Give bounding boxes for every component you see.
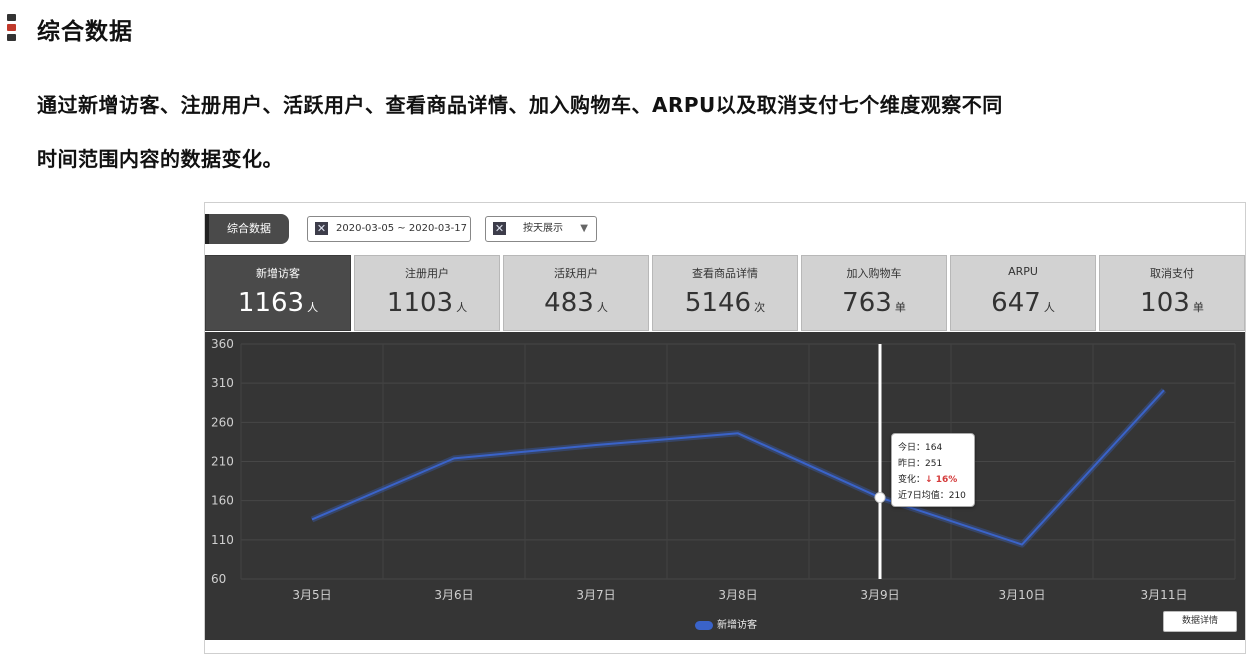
- x-tick-label: 3月6日: [434, 588, 473, 602]
- legend-label: 新增访客: [717, 620, 757, 631]
- y-tick-label: 210: [211, 455, 234, 469]
- section-marker-bar-3: [7, 34, 16, 41]
- date-range-value: 2020-03-05 ~ 2020-03-17: [336, 223, 467, 234]
- metric-value: 1163: [237, 288, 305, 318]
- line-chart: 60 110 160 210 260 310 360 3月5日 3月6日 3月7日 3月8日 3月9日…: [211, 337, 1236, 602]
- y-tick-label: 260: [211, 415, 234, 429]
- x-tick-label: 3月11日: [1141, 588, 1188, 602]
- granularity-value: 按天展示: [523, 223, 563, 234]
- metric-label: 注册用户: [405, 267, 449, 280]
- tab-dashboard[interactable]: 综合数据: [205, 214, 289, 244]
- metric-unit: 次: [754, 301, 766, 314]
- intro-text: 通过新增访客、注册用户、活跃用户、查看商品详情、加入购物车、ARPU以及取消支付…: [37, 78, 1147, 186]
- metric-value: 103: [1140, 288, 1190, 318]
- metric-label: 查看商品详情: [692, 267, 758, 280]
- page-title: 综合数据: [37, 19, 133, 45]
- tooltip-yesterday: 昨日：251: [898, 459, 943, 469]
- chart-tooltip: 今日：164 昨日：251 变化：↓ 16% 近7日均值：210: [891, 433, 975, 507]
- metric-value: 763: [842, 288, 892, 318]
- tooltip-change: 变化：↓ 16%: [898, 472, 957, 485]
- toolbar: 综合数据 ✕ 2020-03-05 ~ 2020-03-17 ✕ 按天展示 ▼: [205, 203, 1245, 253]
- granularity-select[interactable]: ✕ 按天展示 ▼: [485, 216, 597, 242]
- x-tick-label: 3月8日: [718, 588, 757, 602]
- metric-card-cancel-payment[interactable]: 取消支付 103 单: [1099, 255, 1245, 331]
- chart-legend[interactable]: 新增访客: [695, 616, 757, 631]
- intro-line-2: 时间范围内容的数据变化。: [37, 147, 283, 171]
- metric-unit: 人: [307, 301, 319, 314]
- intro-line-1: 通过新增访客、注册用户、活跃用户、查看商品详情、加入购物车、ARPU以及取消支付…: [37, 93, 1003, 117]
- metric-label: 加入购物车: [846, 267, 902, 280]
- tooltip-change-value: ↓ 16%: [925, 475, 958, 485]
- metric-label: 取消支付: [1150, 267, 1194, 280]
- y-tick-label: 360: [211, 337, 234, 351]
- metric-card-new-visitors[interactable]: 新增访客 1163 人: [205, 255, 351, 331]
- metric-value: 483: [544, 288, 594, 318]
- metric-label: ARPU: [1008, 265, 1038, 278]
- metric-card-add-to-cart[interactable]: 加入购物车 763 单: [801, 255, 947, 331]
- metric-unit: 人: [456, 301, 468, 314]
- metric-card-registered-users[interactable]: 注册用户 1103 人: [354, 255, 500, 331]
- dashboard-panel: 综合数据 ✕ 2020-03-05 ~ 2020-03-17 ✕ 按天展示 ▼ …: [204, 202, 1246, 654]
- y-tick-label: 310: [211, 376, 234, 390]
- x-tick-label: 3月5日: [292, 588, 331, 602]
- x-tick-label: 3月9日: [860, 588, 899, 602]
- metric-card-product-views[interactable]: 查看商品详情 5146 次: [652, 255, 798, 331]
- metric-label: 活跃用户: [554, 267, 598, 280]
- data-detail-button[interactable]: 数据详情: [1163, 611, 1237, 632]
- y-tick-label: 60: [211, 572, 226, 586]
- metric-value: 1103: [386, 288, 454, 318]
- close-x-icon[interactable]: ✕: [315, 222, 328, 235]
- series-line-glow: [310, 388, 1167, 548]
- metric-unit: 单: [1192, 301, 1204, 314]
- metric-card-active-users[interactable]: 活跃用户 483 人: [503, 255, 649, 331]
- metric-value: 647: [991, 288, 1041, 318]
- metric-value: 5146: [684, 288, 752, 318]
- metric-unit: 人: [596, 301, 608, 314]
- metric-unit: 人: [1043, 301, 1055, 314]
- x-tick-label: 3月10日: [999, 588, 1046, 602]
- metric-label: 新增访客: [256, 267, 300, 280]
- hover-point: [874, 492, 886, 504]
- chart-area: 60 110 160 210 260 310 360 3月5日 3月6日 3月7日 3月8日 3月9日…: [205, 332, 1245, 640]
- y-tick-label: 110: [211, 533, 234, 547]
- section-marker-bar-1: [7, 14, 16, 21]
- metric-cards: 新增访客 1163 人 注册用户 1103 人 活跃用户 483 人 查看商品详情 5…: [205, 255, 1245, 331]
- legend-swatch: [695, 620, 713, 630]
- caret-down-icon[interactable]: ▼: [580, 217, 588, 241]
- tooltip-change-label: 变化：: [898, 475, 926, 485]
- tooltip-avg: 近7日均值：210: [898, 491, 966, 501]
- metric-card-arpu[interactable]: ARPU 647 人: [950, 255, 1096, 331]
- tooltip-today: 今日：164: [898, 443, 943, 453]
- metric-unit: 单: [894, 301, 906, 314]
- date-range-picker[interactable]: ✕ 2020-03-05 ~ 2020-03-17: [307, 216, 471, 242]
- section-marker: [7, 14, 16, 44]
- section-marker-bar-2: [7, 24, 16, 31]
- close-x-icon[interactable]: ✕: [493, 222, 506, 235]
- y-tick-label: 160: [211, 494, 234, 508]
- x-tick-label: 3月7日: [576, 588, 615, 602]
